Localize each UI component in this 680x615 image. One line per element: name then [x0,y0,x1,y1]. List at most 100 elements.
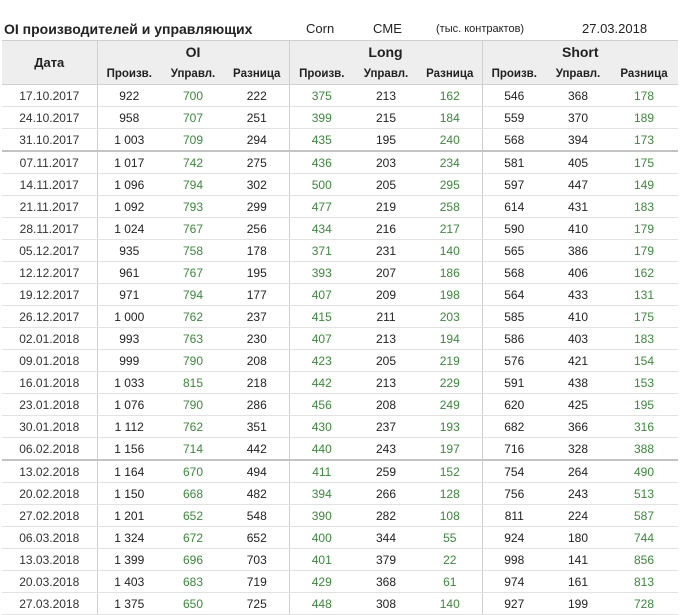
subheader: Произв. [96,63,161,85]
value-cell: 1 024 [96,217,161,240]
value-cell: 207 [354,261,419,284]
value-cell: 790 [161,393,225,416]
value-cell: 614 [481,195,547,218]
subheader: Разница [225,63,290,85]
value-cell: 500 [288,173,355,196]
subheader: Управл. [546,63,611,85]
value-cell: 251 [225,106,290,129]
value-cell: 258 [418,195,483,218]
value-cell: 179 [610,217,679,240]
value-cell: 388 [610,437,679,461]
value-cell: 184 [418,106,483,129]
value-cell: 264 [546,459,611,483]
value-cell: 744 [610,526,679,549]
value-cell: 366 [546,415,611,438]
value-cell: 173 [610,128,679,152]
date-cell: 09.01.2018 [2,349,97,372]
value-cell: 180 [546,526,611,549]
value-cell: 219 [418,349,483,372]
value-cell: 447 [546,173,611,196]
table-row: 06.02.2018 1 156 714 442 440 243 197 716 328 388 [2,437,679,461]
value-cell: 813 [610,570,679,593]
date-cell: 16.01.2018 [2,371,97,394]
value-cell: 756 [481,482,547,505]
subheader: Разница [418,63,483,85]
value-cell: 178 [225,239,290,262]
value-cell: 407 [288,327,355,350]
report-date: 27.03.2018 [582,21,648,36]
date-cell: 02.01.2018 [2,327,97,350]
value-cell: 203 [354,150,419,174]
value-cell: 179 [610,239,679,262]
value-cell: 436 [288,150,355,174]
value-cell: 716 [481,437,547,461]
value-cell: 213 [354,371,419,394]
value-cell: 490 [610,459,679,483]
value-cell: 177 [225,283,290,306]
value-cell: 719 [225,570,290,593]
value-cell: 707 [161,106,225,129]
value-cell: 222 [225,84,290,107]
date-cell: 07.11.2017 [2,150,97,174]
value-cell: 682 [481,415,547,438]
value-cell: 856 [610,548,679,571]
group-header-short: Short [481,40,679,63]
value-cell: 282 [354,504,419,527]
value-cell: 209 [354,283,419,306]
subheader: Разница [610,63,679,85]
value-cell: 430 [288,415,355,438]
value-cell: 217 [418,217,483,240]
value-cell: 435 [288,128,355,152]
date-cell: 28.11.2017 [2,217,97,240]
value-cell: 390 [288,504,355,527]
value-cell: 370 [546,106,611,129]
value-cell: 438 [546,371,611,394]
value-cell: 652 [225,526,290,549]
value-cell: 974 [481,570,547,593]
value-cell: 394 [546,128,611,152]
value-cell: 154 [610,349,679,372]
value-cell: 302 [225,173,290,196]
value-cell: 178 [610,84,679,107]
value-cell: 581 [481,150,547,174]
value-cell: 482 [225,482,290,505]
value-cell: 259 [354,459,419,483]
value-cell: 1 403 [96,570,161,593]
value-cell: 1 324 [96,526,161,549]
value-cell: 513 [610,482,679,505]
value-cell: 794 [161,173,225,196]
value-cell: 924 [481,526,547,549]
table-row: 02.01.2018 993 763 230 407 213 194 586 403 183 [2,327,679,350]
date-cell: 19.12.2017 [2,283,97,306]
value-cell: 793 [161,195,225,218]
date-cell: 26.12.2017 [2,305,97,328]
unit-label: (тыс. контрактов) [436,23,525,35]
value-cell: 758 [161,239,225,262]
table-row: 16.01.2018 1 033 815 218 442 213 229 591 438 153 [2,371,679,394]
value-cell: 195 [354,128,419,152]
value-cell: 922 [96,84,161,107]
value-cell: 183 [610,327,679,350]
table-row: 24.10.2017 958 707 251 399 215 184 559 370 189 [2,106,679,129]
exchange-label: CME [373,21,402,36]
table-row: 23.01.2018 1 076 790 286 456 208 249 620 425 195 [2,393,679,416]
value-cell: 400 [288,526,355,549]
value-cell: 456 [288,393,355,416]
value-cell: 564 [481,283,547,306]
value-cell: 1 201 [96,504,161,527]
table-row: 13.02.2018 1 164 670 494 411 259 152 754 264 490 [2,459,679,483]
value-cell: 205 [354,349,419,372]
value-cell: 434 [288,217,355,240]
value-cell: 961 [96,261,161,284]
value-cell: 368 [546,84,611,107]
value-cell: 448 [288,592,355,615]
table-body: 17.10.2017 922 700 222 375 213 162 546 368 178 24.… [2,84,679,615]
value-cell: 140 [418,592,483,615]
subheader: Произв. [288,63,355,85]
value-cell: 794 [161,283,225,306]
value-cell: 425 [546,393,611,416]
value-cell: 1 000 [96,305,161,328]
date-cell: 12.12.2017 [2,261,97,284]
value-cell: 652 [161,504,225,527]
value-cell: 433 [546,283,611,306]
